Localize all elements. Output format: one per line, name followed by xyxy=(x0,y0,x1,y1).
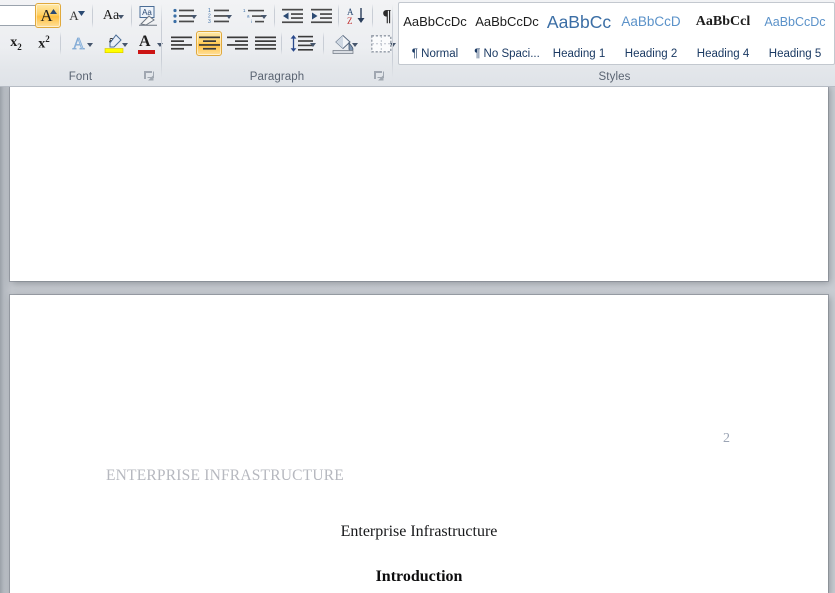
style-item-normal[interactable]: AaBbCcDc ¶ Normal xyxy=(399,3,471,64)
ribbon-group-font: 12 A A xyxy=(0,0,163,86)
chevron-down-icon xyxy=(87,43,93,47)
sort-az-icon: A Z xyxy=(347,7,364,25)
divider xyxy=(131,4,132,28)
style-name: Heading 5 xyxy=(768,48,822,60)
ribbon-group-styles: AaBbCcDc ¶ Normal AaBbCcDc ¶ No Spaci...… xyxy=(394,0,835,86)
svg-text:i: i xyxy=(251,19,252,24)
ribbon-group-label-font: Font xyxy=(68,71,93,83)
align-right-icon xyxy=(226,36,248,50)
document-title: Enterprise Infrastructure xyxy=(340,523,498,540)
chevron-down-icon xyxy=(191,15,197,19)
font-dialog-launcher[interactable] xyxy=(143,70,155,82)
svg-text:Z: Z xyxy=(347,16,353,25)
divider xyxy=(92,4,93,28)
increase-indent-button[interactable] xyxy=(308,3,335,28)
style-item-heading-1[interactable]: AaBbCc Heading 1 xyxy=(543,3,615,64)
ribbon: 1 2 A A xyxy=(0,0,835,87)
chevron-down-icon xyxy=(310,43,316,47)
decrease-indent-button[interactable] xyxy=(279,3,306,28)
numbering-button[interactable]: 1 2 3 xyxy=(203,3,236,28)
change-case-label: Aa xyxy=(102,7,120,23)
divider xyxy=(323,32,324,55)
chevron-down-icon xyxy=(122,43,128,47)
subscript-button[interactable]: x2 xyxy=(3,31,29,56)
grow-font-button[interactable]: A xyxy=(35,3,61,28)
word-application-window: 1 2 A A xyxy=(0,0,835,593)
style-name: Heading 1 xyxy=(552,48,606,60)
align-left-button[interactable] xyxy=(168,31,194,56)
style-preview: AaBbCc xyxy=(546,12,612,32)
pilcrow-icon: ¶ xyxy=(382,6,392,25)
change-case-button[interactable]: Aa xyxy=(96,3,129,28)
align-center-icon xyxy=(198,36,220,50)
style-item-no-spacing[interactable]: AaBbCcDc ¶ No Spaci... xyxy=(471,3,543,64)
shading-button[interactable] xyxy=(327,31,362,56)
style-item-heading-2[interactable]: AaBbCcD Heading 2 xyxy=(615,3,687,64)
text-highlight-color-button[interactable]: ab xyxy=(99,31,132,56)
superscript-index: 2 xyxy=(45,34,50,45)
style-preview: AaBbCcDc xyxy=(403,14,467,29)
style-item-heading-4[interactable]: AaBbCcl Heading 4 xyxy=(687,3,759,64)
style-name: Heading 4 xyxy=(696,48,750,60)
font-color-swatch xyxy=(138,50,155,54)
justify-icon xyxy=(254,36,276,50)
multilevel-list-button[interactable]: 1 a i xyxy=(238,3,271,28)
clear-formatting-button[interactable]: Aa xyxy=(135,3,161,28)
svg-text:1: 1 xyxy=(243,8,246,13)
borders-icon xyxy=(370,34,391,52)
ribbon-group-paragraph: 1 2 3 1 a i A Z ¶ Paragraph xyxy=(163,0,396,86)
style-preview: AaBbCcDc xyxy=(764,15,826,29)
style-preview: AaBbCcl xyxy=(695,14,751,29)
font-color-label: A xyxy=(139,33,151,50)
increase-indent-icon xyxy=(311,8,332,23)
chevron-down-icon xyxy=(261,15,267,19)
running-header: ENTERPRISE INFRASTRUCTURE xyxy=(106,467,344,484)
style-name: Heading 2 xyxy=(624,48,678,60)
clear-formatting-icon: Aa xyxy=(139,6,157,26)
document-page-2[interactable]: 2 ENTERPRISE INFRASTRUCTURE Enterprise I… xyxy=(10,295,828,593)
align-left-icon xyxy=(170,36,192,50)
superscript-button[interactable]: x2 xyxy=(31,31,57,56)
document-canvas[interactable]: 2 ENTERPRISE INFRASTRUCTURE Enterprise I… xyxy=(0,87,835,593)
svg-text:Aa: Aa xyxy=(142,8,152,17)
line-spacing-button[interactable] xyxy=(285,31,320,56)
svg-text:a: a xyxy=(247,13,250,18)
text-effects-button[interactable]: A xyxy=(64,31,97,56)
down-arrow-icon xyxy=(78,11,85,16)
up-arrow-icon xyxy=(50,9,57,14)
paragraph-dialog-launcher[interactable] xyxy=(373,70,385,82)
page-number: 2 xyxy=(723,431,730,446)
divider xyxy=(338,4,339,28)
subscript-index: 2 xyxy=(17,41,22,52)
group-divider-font-paragraph xyxy=(161,4,162,78)
style-preview: AaBbCcD xyxy=(621,14,681,29)
ribbon-group-label-styles: Styles xyxy=(598,71,631,83)
group-divider-paragraph-styles xyxy=(392,4,393,78)
sort-button[interactable]: A Z xyxy=(343,3,370,28)
style-item-heading-5[interactable]: AaBbCcDc Heading 5 xyxy=(759,3,831,64)
bullets-button[interactable] xyxy=(168,3,201,28)
chevron-down-icon xyxy=(226,15,232,19)
chevron-down-icon xyxy=(352,43,358,47)
divider xyxy=(281,32,282,55)
svg-text:3: 3 xyxy=(208,19,211,24)
style-name: ¶ Normal xyxy=(411,48,459,60)
shrink-font-button[interactable]: A xyxy=(63,3,89,28)
decrease-indent-icon xyxy=(282,8,303,23)
document-page-1[interactable] xyxy=(10,87,828,281)
divider xyxy=(372,4,373,28)
align-right-button[interactable] xyxy=(224,31,250,56)
align-center-button[interactable] xyxy=(196,31,222,56)
justify-button[interactable] xyxy=(252,31,278,56)
styles-gallery[interactable]: AaBbCcDc ¶ Normal AaBbCcDc ¶ No Spaci...… xyxy=(398,2,835,65)
text-effects-label: A xyxy=(72,34,85,53)
ribbon-group-label-paragraph: Paragraph xyxy=(249,71,305,83)
divider xyxy=(274,4,275,28)
style-preview: AaBbCcDc xyxy=(475,14,539,29)
chevron-down-icon xyxy=(118,15,124,19)
style-name: ¶ No Spaci... xyxy=(474,48,540,60)
document-heading-introduction: Introduction xyxy=(375,568,463,585)
divider xyxy=(60,32,61,55)
